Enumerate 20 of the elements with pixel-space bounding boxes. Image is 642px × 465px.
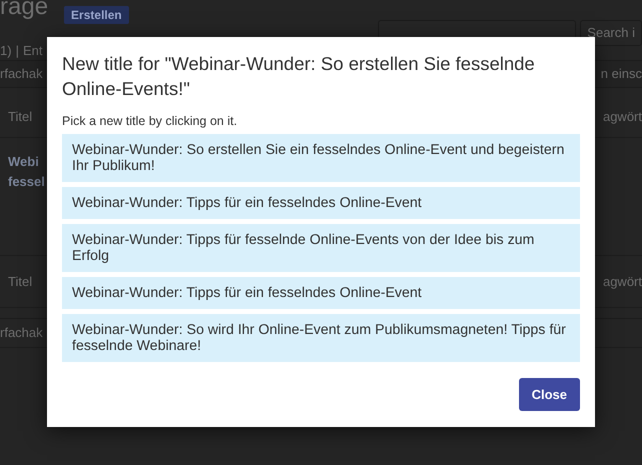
filter-label: rfachak [0, 324, 43, 342]
modal-title: New title for "Webinar-Wunder: So erstellen Sie fesselnde Online-Events!" [62, 52, 536, 101]
close-button[interactable]: Close [518, 378, 580, 412]
title-option[interactable]: Webinar-Wunder: So wird Ihr Online-Event zum Publikumsmagneten! Tipps für fesselnde Webinare! [62, 314, 580, 362]
filter-label: rfachak [0, 65, 43, 84]
title-option[interactable]: Webinar-Wunder: So erstellen Sie ein fesselndes Online-Event und begeistern Ihr Publikum! [62, 134, 580, 182]
filter-label: n einsc [600, 65, 642, 84]
title-option[interactable]: Webinar-Wunder: Tipps für ein fesselndes Online-Event [62, 276, 580, 309]
row-title: Webi [8, 153, 39, 171]
page-heading: rage [0, 0, 48, 20]
create-button[interactable]: Erstellen [64, 6, 129, 24]
link-separator: | [16, 42, 19, 60]
column-header: Titel [8, 272, 32, 291]
row-title: fessel [8, 172, 45, 190]
column-header: agwört [602, 272, 642, 291]
column-header: Titel [8, 108, 32, 126]
title-option[interactable]: Webinar-Wunder: Tipps für fesselnde Online-Events von der Idee bis zum Erfolg [62, 224, 580, 272]
column-header: agwört [602, 108, 642, 126]
instruction-text: Pick a new title by clicking on it. [62, 113, 238, 130]
title-option[interactable]: Webinar-Wunder: Tipps für ein fesselndes Online-Event [62, 186, 580, 219]
